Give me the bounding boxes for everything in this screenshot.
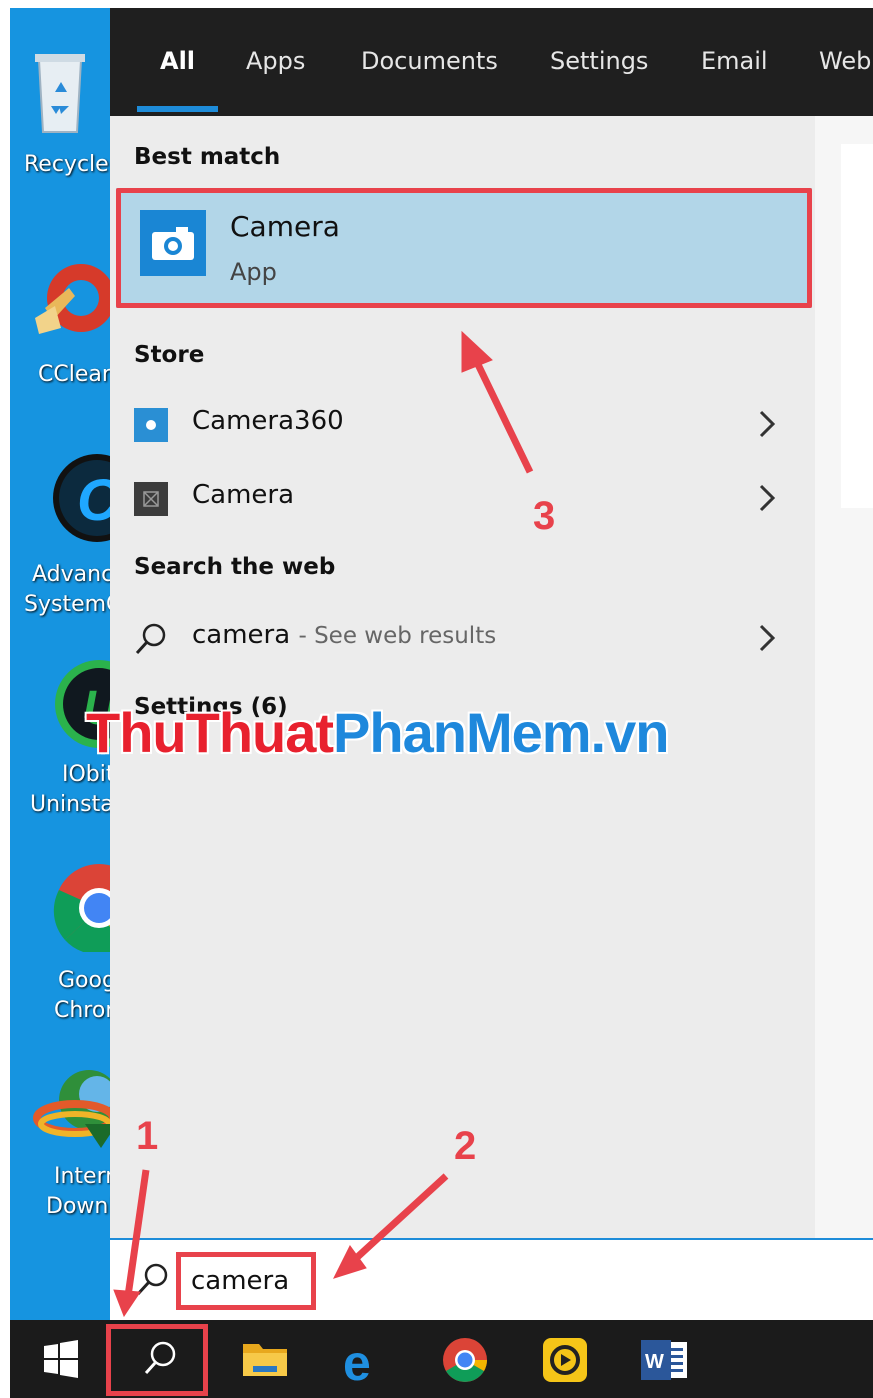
- annotation-arrow-1: [113, 1169, 150, 1318]
- watermark: ThuThuatPhanMem.vn: [86, 700, 669, 765]
- watermark-part1: ThuThuat: [86, 701, 334, 764]
- annotation-arrows: [113, 330, 534, 1318]
- annotation-number-1: 1: [136, 1114, 159, 1158]
- annotation-number-2: 2: [454, 1124, 477, 1168]
- watermark-part2: PhanMem.vn: [333, 701, 669, 764]
- annotation-arrow-3: [461, 330, 534, 474]
- annotation-number-3: 3: [533, 494, 556, 538]
- annotation-arrow-2: [333, 1173, 449, 1279]
